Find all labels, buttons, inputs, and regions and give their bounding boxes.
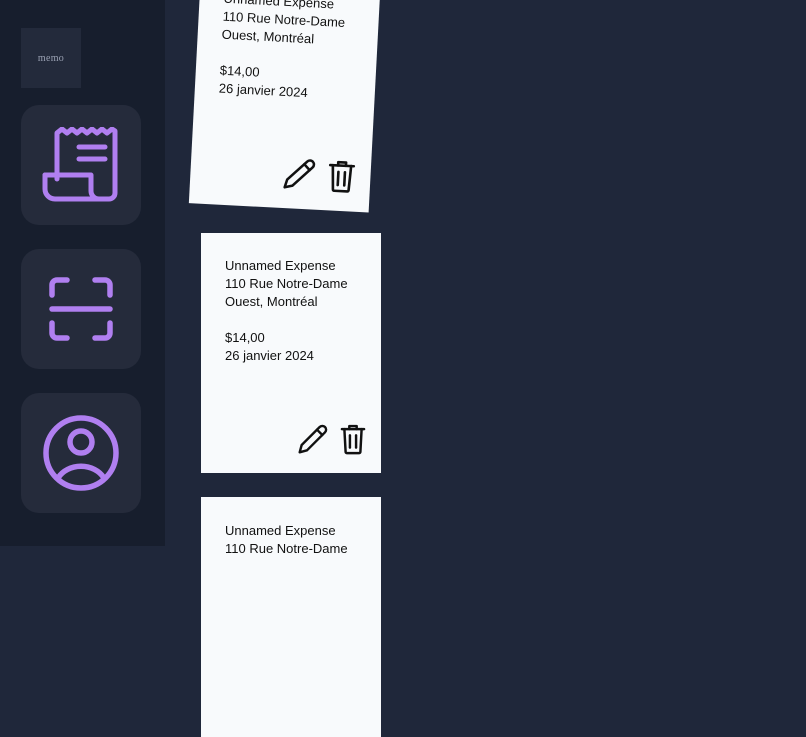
expense-card[interactable]: Unnamed Expense 110 Rue Notre-Dame	[201, 497, 381, 737]
nav-scan-button[interactable]	[21, 249, 141, 369]
expense-address-line1: 110 Rue Notre-Dame	[225, 541, 348, 556]
app-logo[interactable]: memo	[21, 28, 81, 88]
sidebar: memo	[0, 0, 165, 546]
expense-name: Unnamed Expense	[225, 523, 336, 538]
user-circle-icon	[41, 413, 121, 493]
nav-profile-button[interactable]	[21, 393, 141, 513]
expense-details: Unnamed Expense 110 Rue Notre-Dame Ouest…	[218, 0, 373, 105]
expense-amount: $14,00	[225, 330, 265, 345]
receipt-icon	[41, 127, 121, 203]
expense-card[interactable]: Unnamed Expense 110 Rue Notre-Dame Ouest…	[201, 233, 381, 473]
nav-receipts-button[interactable]	[21, 105, 141, 225]
delete-trash-icon[interactable]	[339, 423, 367, 460]
expense-card[interactable]: Unnamed Expense 110 Rue Notre-Dame Ouest…	[188, 0, 382, 213]
scan-icon	[49, 277, 113, 341]
expense-date: 26 janvier 2024	[225, 348, 314, 363]
expense-address-line1: 110 Rue Notre-Dame	[225, 276, 348, 291]
expense-details: Unnamed Expense 110 Rue Notre-Dame	[225, 522, 375, 558]
expense-details: Unnamed Expense 110 Rue Notre-Dame Ouest…	[225, 257, 375, 365]
delete-trash-icon[interactable]	[325, 158, 357, 199]
expense-name: Unnamed Expense	[225, 258, 336, 273]
edit-pencil-icon[interactable]	[297, 423, 329, 460]
expense-address-line2: Ouest, Montréal	[225, 294, 318, 309]
edit-pencil-icon[interactable]	[281, 156, 317, 197]
